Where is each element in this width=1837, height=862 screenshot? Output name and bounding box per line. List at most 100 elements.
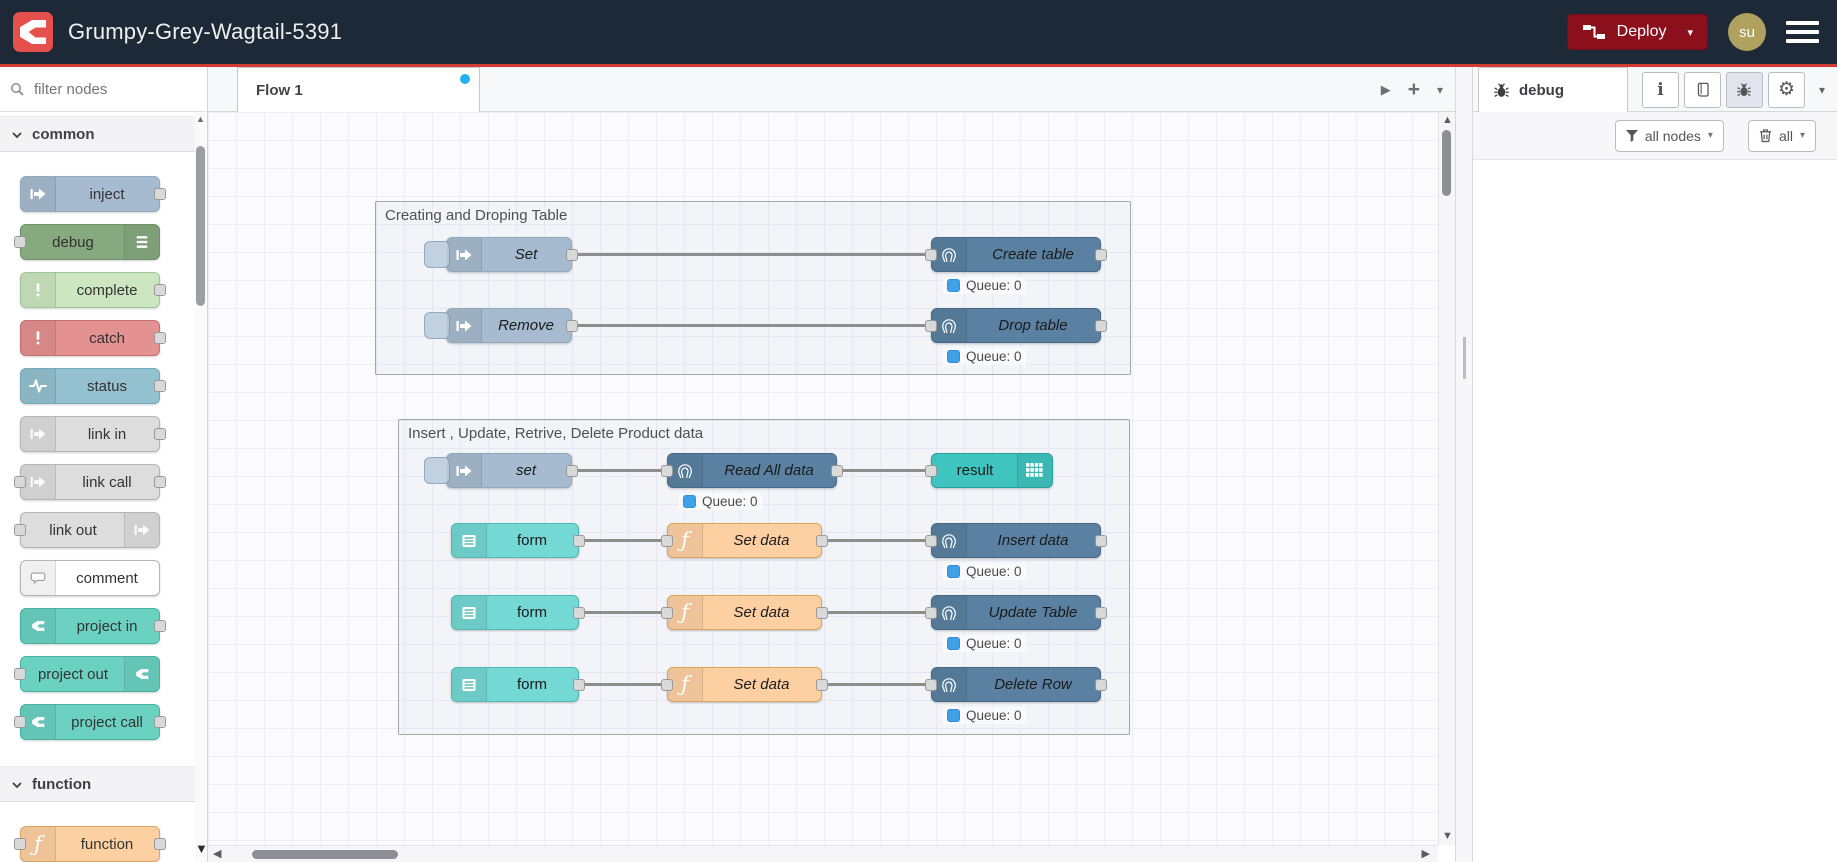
wire-set2-to-readall[interactable] (577, 469, 662, 472)
debug-filter-button[interactable]: all nodes ▾ (1614, 119, 1724, 152)
palette-category-common[interactable]: common (0, 116, 195, 152)
node-port-output[interactable] (154, 476, 166, 488)
node-port-output[interactable] (573, 534, 585, 547)
node-port-output[interactable] (816, 678, 828, 691)
node-port-input[interactable] (14, 236, 26, 248)
node-port-input[interactable] (661, 534, 673, 547)
node-port-output[interactable] (816, 606, 828, 619)
palette-node-link-call[interactable]: link call (14, 464, 166, 500)
node-port-input[interactable] (925, 319, 937, 332)
node-port-input[interactable] (661, 606, 673, 619)
palette-node-debug[interactable]: debug (14, 224, 160, 260)
tab-flow-1[interactable]: Flow 1 (237, 67, 480, 112)
sidebar-tabs-caret-icon[interactable]: ▾ (1819, 83, 1825, 97)
flow-node-insert[interactable]: Insert data (925, 523, 1107, 558)
node-port-output[interactable] (1095, 248, 1107, 261)
wire-form1-to-setdata1[interactable] (584, 539, 662, 542)
node-port-output[interactable] (154, 716, 166, 728)
wire-setdata1-to-insert[interactable] (827, 539, 926, 542)
node-port-input[interactable] (14, 716, 26, 728)
scroll-down-icon[interactable]: ▼ (1442, 831, 1453, 842)
wire-form3-to-setdata3[interactable] (584, 683, 662, 686)
palette-category-function[interactable]: function (0, 766, 195, 802)
node-port-input[interactable] (925, 678, 937, 691)
flow-node-setdata2[interactable]: ƒ Set data (661, 595, 828, 630)
horizontal-scrollbar[interactable]: ◀ ▶ (208, 845, 1438, 862)
node-port-input[interactable] (14, 668, 26, 680)
palette-node-status[interactable]: status (20, 368, 166, 404)
node-port-output[interactable] (154, 332, 166, 344)
palette-node-link-out[interactable]: link out (14, 512, 160, 548)
flow-node-set2[interactable]: set (424, 453, 578, 488)
sidebar-resize-handle[interactable] (1455, 67, 1473, 862)
node-port-output[interactable] (573, 606, 585, 619)
node-port-input[interactable] (925, 464, 937, 477)
flow-node-setdata3[interactable]: ƒ Set data (661, 667, 828, 702)
palette-node-project-in[interactable]: project in (20, 608, 166, 644)
palette-node-inject[interactable]: inject (20, 176, 166, 212)
flow-node-form1[interactable]: form (451, 523, 585, 558)
palette-node-project-out[interactable]: project out (14, 656, 160, 692)
palette-node-complete[interactable]: complete (20, 272, 166, 308)
config-tab-button[interactable]: ⚙ (1767, 71, 1805, 108)
flow-node-delete[interactable]: Delete Row (925, 667, 1107, 702)
wire-form2-to-setdata2[interactable] (584, 611, 662, 614)
flow-node-remove[interactable]: Remove (424, 308, 578, 343)
flow-node-setdata1[interactable]: ƒ Set data (661, 523, 828, 558)
node-port-input[interactable] (14, 524, 26, 536)
wire-setdata2-to-update[interactable] (827, 611, 926, 614)
flow-node-result[interactable]: result (925, 453, 1053, 488)
palette-scroll-down-icon[interactable]: ▼ (195, 841, 208, 856)
wire-setdata3-to-delete[interactable] (827, 683, 926, 686)
palette-scrollbar[interactable]: ▲ ▼ (195, 112, 208, 862)
node-port-input[interactable] (925, 534, 937, 547)
node-port-output[interactable] (154, 620, 166, 632)
node-port-output[interactable] (566, 248, 578, 261)
node-port-output[interactable] (573, 678, 585, 691)
resize-grip[interactable] (1463, 337, 1466, 379)
wire-set1-to-create[interactable] (577, 253, 926, 256)
node-port-output[interactable] (154, 380, 166, 392)
debug-tab-button[interactable] (1725, 71, 1763, 108)
help-tab-button[interactable] (1683, 71, 1721, 108)
info-tab-button[interactable]: i (1641, 71, 1679, 108)
vertical-scrollbar[interactable]: ▲ ▼ (1438, 112, 1455, 845)
node-port-input[interactable] (925, 606, 937, 619)
scroll-left-icon[interactable]: ◀ (213, 849, 221, 860)
node-port-input[interactable] (14, 838, 26, 850)
node-port-output[interactable] (154, 428, 166, 440)
horizontal-scrollbar-thumb[interactable] (252, 850, 398, 859)
flow-list-caret-icon[interactable]: ▾ (1437, 83, 1443, 97)
node-port-output[interactable] (1095, 678, 1107, 691)
tab-scroll-right-icon[interactable]: ▶ (1381, 82, 1391, 98)
flow-node-form2[interactable]: form (451, 595, 585, 630)
flow-node-drop[interactable]: Drop table (925, 308, 1107, 343)
debug-clear-button[interactable]: all ▾ (1747, 119, 1816, 152)
node-port-output[interactable] (1095, 319, 1107, 332)
tab-debug[interactable]: debug (1478, 67, 1628, 112)
wire-readall-to-result[interactable] (842, 469, 926, 472)
node-port-input[interactable] (925, 248, 937, 261)
node-port-output[interactable] (831, 464, 843, 477)
main-menu-icon[interactable] (1786, 21, 1819, 43)
node-port-output[interactable] (566, 319, 578, 332)
node-port-input[interactable] (14, 476, 26, 488)
palette-scrollbar-thumb[interactable] (196, 146, 205, 306)
flow-node-form3[interactable]: form (451, 667, 585, 702)
node-port-output[interactable] (1095, 534, 1107, 547)
flow-node-readall[interactable]: Read All data (661, 453, 843, 488)
user-avatar[interactable]: su (1728, 13, 1766, 51)
debug-message-list[interactable] (1473, 160, 1837, 862)
add-flow-icon[interactable]: + (1408, 78, 1420, 102)
node-port-output[interactable] (816, 534, 828, 547)
palette-node-function[interactable]: ƒ function (14, 826, 166, 862)
node-port-output[interactable] (154, 838, 166, 850)
node-port-input[interactable] (661, 464, 673, 477)
deploy-options-caret-icon[interactable]: ▾ (1687, 26, 1693, 39)
node-port-output[interactable] (154, 188, 166, 200)
vertical-scrollbar-thumb[interactable] (1442, 130, 1451, 196)
palette-scroll-up-icon[interactable]: ▲ (196, 114, 205, 124)
palette-node-comment[interactable]: comment (20, 560, 160, 596)
node-port-output[interactable] (154, 284, 166, 296)
workspace[interactable]: Creating and Droping Table Insert , Updat… (208, 112, 1438, 845)
